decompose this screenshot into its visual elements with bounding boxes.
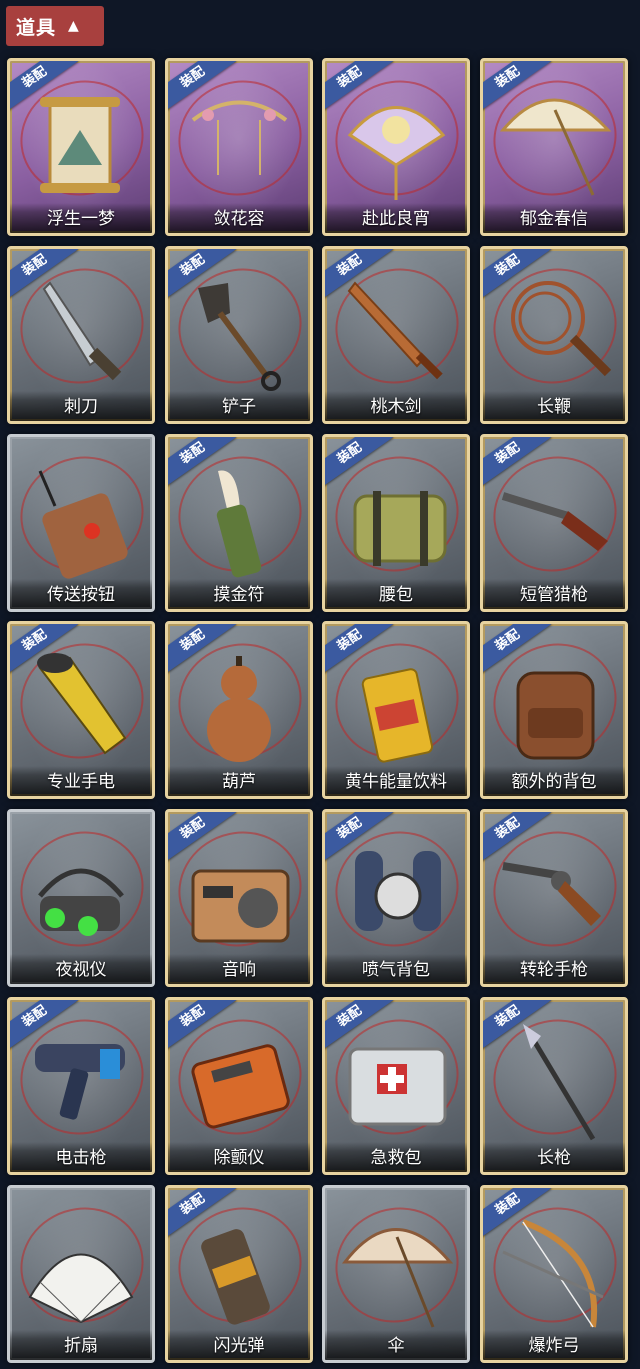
item-image: [325, 451, 467, 581]
item-image: [10, 1202, 152, 1332]
item-image: [483, 826, 625, 956]
item-name: 郁金春信: [483, 203, 625, 233]
item-image: [483, 263, 625, 393]
item-card[interactable]: 装配 腰包: [322, 434, 470, 612]
item-card[interactable]: 伞: [322, 1185, 470, 1363]
item-card[interactable]: 夜视仪: [7, 809, 155, 987]
item-card[interactable]: 装配 电击枪: [7, 997, 155, 1175]
item-name: 长枪: [483, 1142, 625, 1172]
item-image: [325, 638, 467, 768]
item-name: 黄牛能量饮料: [325, 766, 467, 796]
item-name: 除颤仪: [168, 1142, 310, 1172]
item-name: 赴此良宵: [325, 203, 467, 233]
item-image: [325, 75, 467, 205]
item-image: [483, 1202, 625, 1332]
item-name: 专业手电: [10, 766, 152, 796]
item-card[interactable]: 装配 除颤仪: [165, 997, 313, 1175]
item-card[interactable]: 装配 闪光弹: [165, 1185, 313, 1363]
item-card[interactable]: 装配 额外的背包: [480, 621, 628, 799]
item-image: [10, 75, 152, 205]
item-card[interactable]: 装配 长鞭: [480, 246, 628, 424]
item-image: [168, 1014, 310, 1144]
item-name: 传送按钮: [10, 579, 152, 609]
item-image: [168, 263, 310, 393]
item-image: [483, 1014, 625, 1144]
item-name: 摸金符: [168, 579, 310, 609]
item-name: 折扇: [10, 1330, 152, 1360]
item-card[interactable]: 装配 浮生一梦: [7, 58, 155, 236]
item-image: [325, 1014, 467, 1144]
item-name: 伞: [325, 1330, 467, 1360]
item-card[interactable]: 装配 喷气背包: [322, 809, 470, 987]
item-card[interactable]: 装配 爆炸弓: [480, 1185, 628, 1363]
item-card[interactable]: 装配 音响: [165, 809, 313, 987]
item-image: [168, 638, 310, 768]
item-name: 闪光弹: [168, 1330, 310, 1360]
item-card[interactable]: 装配 赴此良宵: [322, 58, 470, 236]
item-name: 浮生一梦: [10, 203, 152, 233]
item-image: [483, 451, 625, 581]
item-card[interactable]: 传送按钮: [7, 434, 155, 612]
item-image: [168, 1202, 310, 1332]
item-image: [483, 75, 625, 205]
item-card[interactable]: 装配 铲子: [165, 246, 313, 424]
item-image: [483, 638, 625, 768]
item-card[interactable]: 装配 摸金符: [165, 434, 313, 612]
item-name: 腰包: [325, 579, 467, 609]
item-image: [325, 1202, 467, 1332]
item-name: 额外的背包: [483, 766, 625, 796]
item-name: 电击枪: [10, 1142, 152, 1172]
item-image: [325, 826, 467, 956]
item-card[interactable]: 装配 转轮手枪: [480, 809, 628, 987]
item-image: [10, 826, 152, 956]
item-card[interactable]: 装配 黄牛能量饮料: [322, 621, 470, 799]
item-image: [10, 638, 152, 768]
item-card[interactable]: 装配 桃木剑: [322, 246, 470, 424]
item-card[interactable]: 装配 郁金春信: [480, 58, 628, 236]
item-card[interactable]: 装配 急救包: [322, 997, 470, 1175]
item-card[interactable]: 装配 葫芦: [165, 621, 313, 799]
item-image: [10, 451, 152, 581]
item-image: [10, 1014, 152, 1144]
item-name: 桃木剑: [325, 391, 467, 421]
item-name: 敛花容: [168, 203, 310, 233]
item-card[interactable]: 装配 短管猎枪: [480, 434, 628, 612]
item-name: 铲子: [168, 391, 310, 421]
item-name: 葫芦: [168, 766, 310, 796]
item-name: 长鞭: [483, 391, 625, 421]
item-image: [168, 451, 310, 581]
item-image: [325, 263, 467, 393]
item-card[interactable]: 装配 长枪: [480, 997, 628, 1175]
item-name: 转轮手枪: [483, 954, 625, 984]
item-name: 夜视仪: [10, 954, 152, 984]
item-card[interactable]: 装配 刺刀: [7, 246, 155, 424]
item-name: 喷气背包: [325, 954, 467, 984]
item-name: 急救包: [325, 1142, 467, 1172]
item-image: [168, 75, 310, 205]
item-card[interactable]: 折扇: [7, 1185, 155, 1363]
item-grid: 装配 浮生一梦 装配 敛花容 装配 赴此良宵 装配 郁金春信装配 刺刀 装配 铲子 装配 桃木剑 装配 长鞭…: [0, 0, 640, 1369]
item-name: 爆炸弓: [483, 1330, 625, 1360]
item-name: 音响: [168, 954, 310, 984]
item-image: [10, 263, 152, 393]
item-image: [168, 826, 310, 956]
item-card[interactable]: 装配 敛花容: [165, 58, 313, 236]
item-card[interactable]: 装配 专业手电: [7, 621, 155, 799]
item-name: 短管猎枪: [483, 579, 625, 609]
item-name: 刺刀: [10, 391, 152, 421]
